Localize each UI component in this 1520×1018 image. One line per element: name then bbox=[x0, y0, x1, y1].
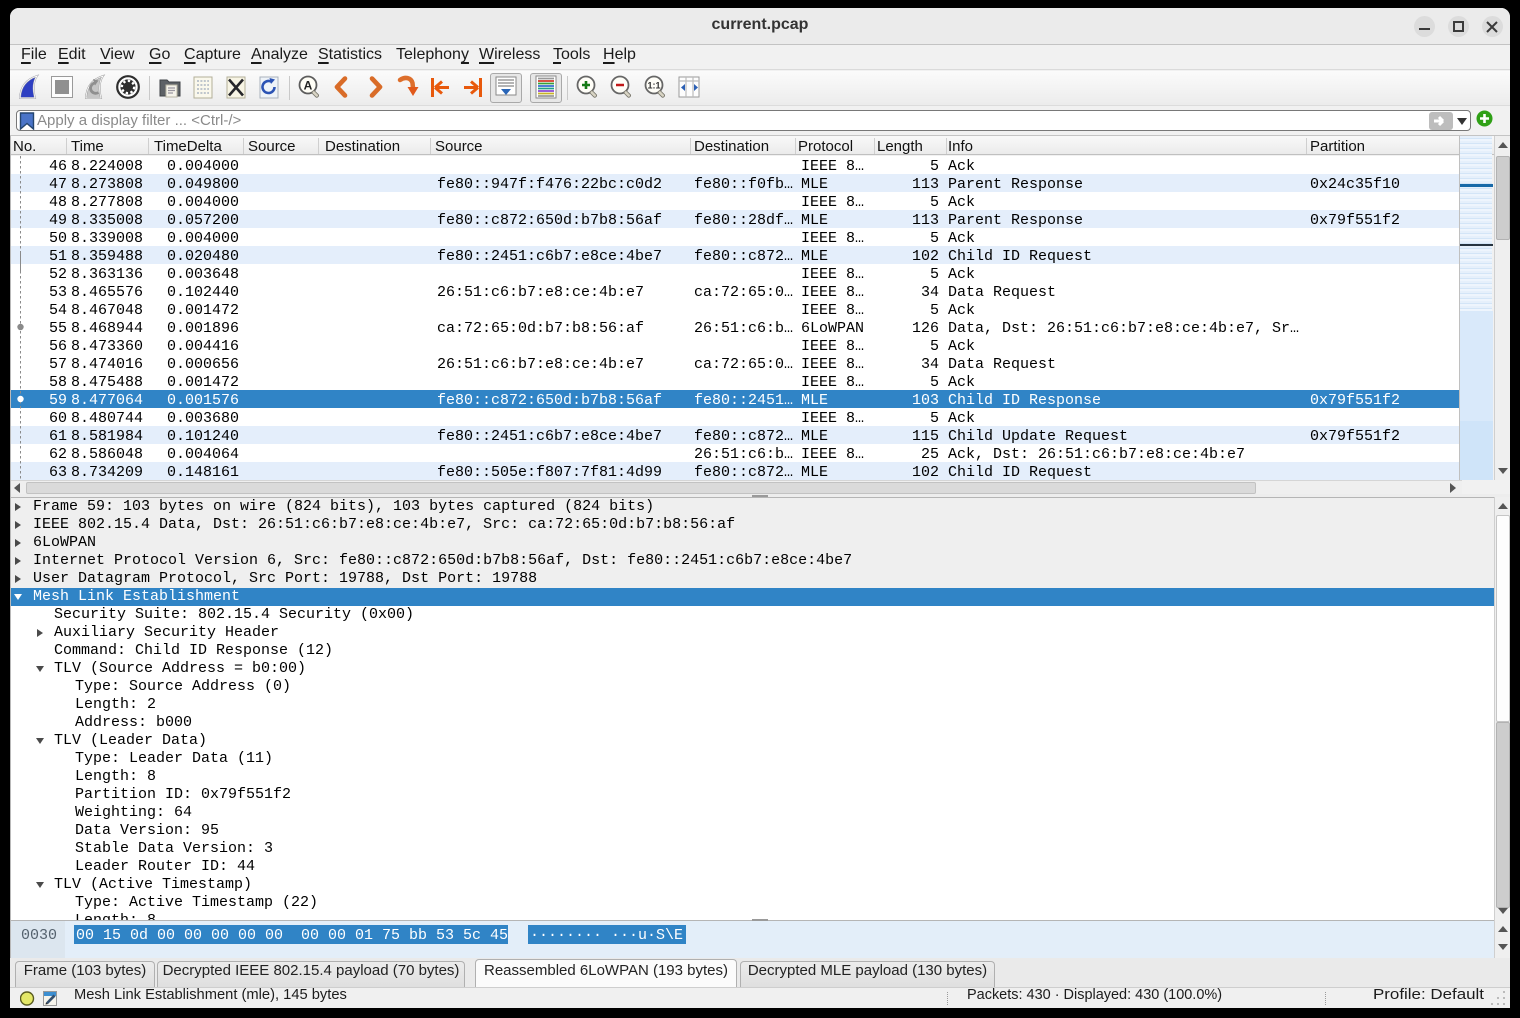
svg-text:A: A bbox=[304, 79, 313, 93]
svg-text:1:1: 1:1 bbox=[647, 81, 660, 91]
